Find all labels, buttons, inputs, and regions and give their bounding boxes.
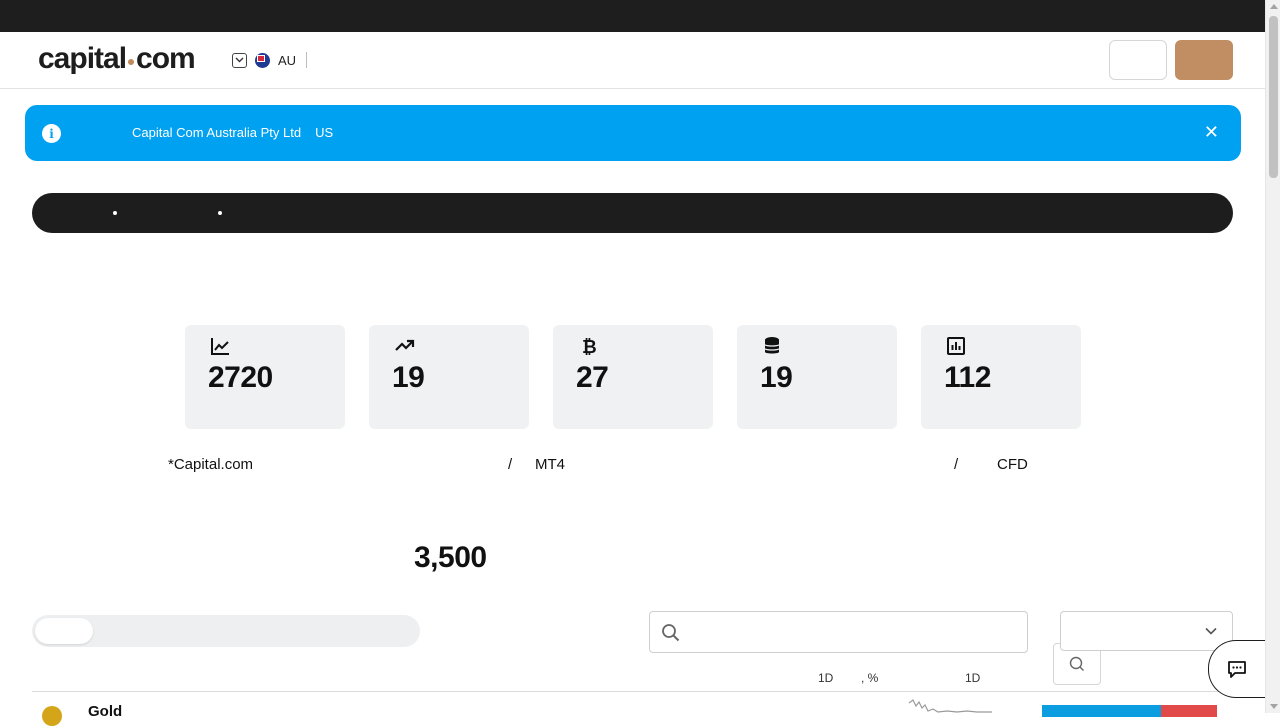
site-header: capital com AU: [0, 32, 1265, 685]
scroll-up-arrow-icon[interactable]: [1270, 4, 1278, 9]
stat-value: 19: [760, 361, 793, 394]
stat-value: 19: [392, 361, 425, 394]
region-divider: [306, 52, 308, 68]
stat-card-shares[interactable]: 2720: [185, 325, 345, 429]
scroll-down-arrow-icon[interactable]: [1270, 704, 1278, 709]
disclaimer-text-part: CFD: [997, 456, 1028, 473]
column-header-change-pct[interactable]: , %: [861, 671, 878, 685]
coins-stack-icon: [764, 337, 780, 354]
buy-button[interactable]: [1042, 705, 1161, 717]
regulatory-notice-banner: i Capital Com Australia Pty Ltd US ✕: [25, 105, 1241, 161]
disclaimer-text-part: MT4: [535, 456, 565, 473]
line-chart-icon: [211, 338, 229, 355]
stat-card-crypto[interactable]: ₿ 27: [553, 325, 713, 429]
ticker-separator-dot: [113, 211, 117, 215]
chat-bubble-icon: [1228, 661, 1246, 678]
region-code: AU: [278, 52, 297, 68]
market-search-input[interactable]: [649, 611, 1028, 653]
table-header-divider: [32, 691, 1233, 692]
stat-value: 2720: [208, 361, 273, 394]
market-stats: 2720 19 ₿ 27 19 112: [185, 325, 1081, 429]
browser-top-bar: [0, 0, 1265, 32]
column-header-change[interactable]: 1D: [818, 671, 833, 685]
banner-entity-text: Capital Com Australia Pty Ltd: [132, 125, 302, 140]
stat-value: 112: [944, 361, 991, 394]
stat-value: 27: [576, 361, 609, 394]
chevron-down-icon: [1205, 627, 1217, 635]
info-icon: i: [42, 124, 61, 143]
asset-name[interactable]: Gold: [88, 703, 122, 720]
page-scrollbar[interactable]: [1265, 0, 1280, 713]
stat-card-forex[interactable]: 112: [921, 325, 1081, 429]
bitcoin-icon: ₿: [582, 337, 597, 357]
toggle-knob[interactable]: [35, 618, 93, 644]
gold-asset-icon: [42, 706, 62, 726]
logo-text-right: com: [136, 42, 196, 75]
search-icon: [662, 624, 680, 642]
market-filter-select[interactable]: [1060, 611, 1233, 651]
close-icon[interactable]: ✕: [1204, 122, 1219, 142]
stat-card-commodities[interactable]: 19: [737, 325, 897, 429]
chevron-down-icon: [232, 52, 247, 68]
disclaimer-text-part: *Capital.com: [168, 456, 254, 473]
announcement-ticker-bar: [32, 193, 1233, 233]
login-button[interactable]: [1109, 40, 1167, 80]
disclaimer-text-part: /: [508, 456, 513, 473]
bar-chart-icon: [947, 337, 965, 355]
market-category-toggle[interactable]: [32, 615, 420, 647]
sign-up-button[interactable]: [1175, 40, 1233, 80]
column-header-chart: 1D: [965, 671, 981, 685]
scrollbar-thumb[interactable]: [1269, 16, 1278, 178]
stat-card-indices[interactable]: 19: [369, 325, 529, 429]
logo-dot: [128, 59, 135, 65]
trend-up-icon: [395, 339, 415, 351]
banner-country-text: US: [315, 125, 334, 140]
sparkline-chart: [908, 699, 992, 713]
logo-text-left: capital: [38, 42, 127, 75]
search-icon: [1069, 656, 1084, 671]
markets-count-heading: 3,500: [414, 541, 487, 574]
chat-support-button[interactable]: [1208, 640, 1265, 698]
sell-button[interactable]: [1161, 705, 1217, 717]
disclaimer-text-part: /: [954, 456, 959, 473]
region-selector[interactable]: AU: [232, 52, 308, 68]
ticker-separator-dot: [218, 211, 222, 215]
australia-flag-icon: [255, 52, 270, 68]
svg-text:₿: ₿: [582, 337, 597, 357]
capital-com-logo[interactable]: capital com: [38, 42, 196, 76]
